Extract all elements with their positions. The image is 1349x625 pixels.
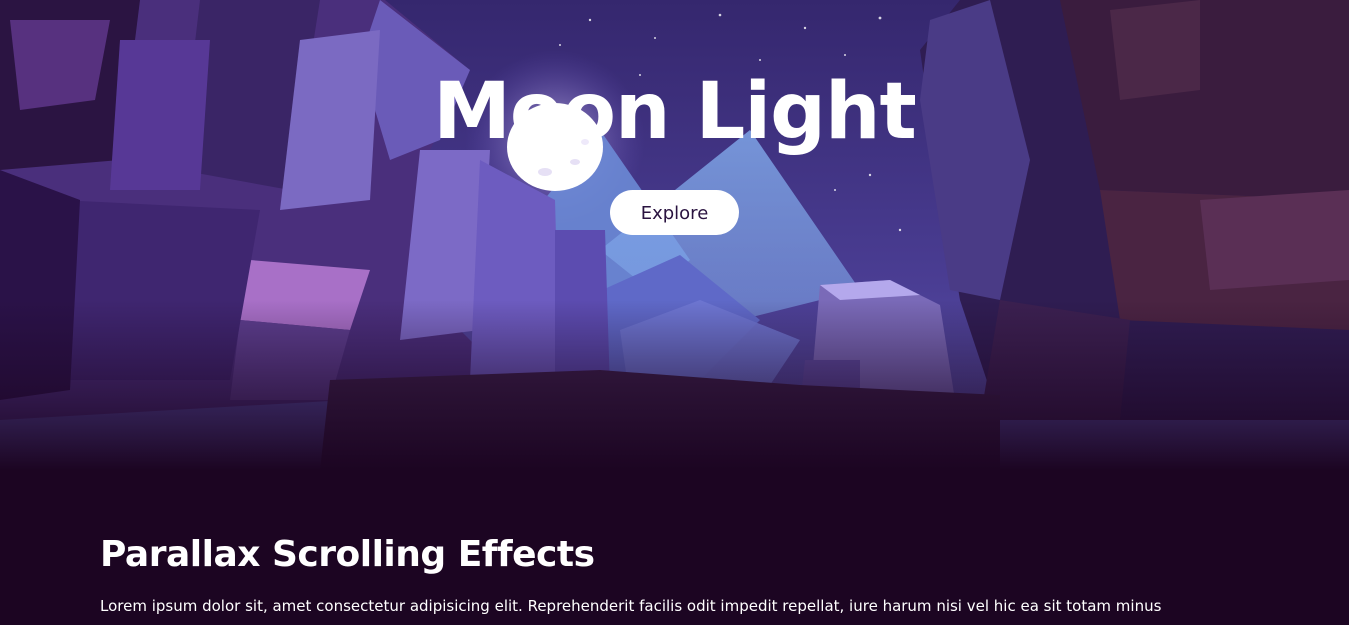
moon-icon xyxy=(507,103,603,191)
hero-title: Moon Light xyxy=(433,67,917,157)
section-heading: Parallax Scrolling Effects xyxy=(100,534,595,575)
content-section: Parallax Scrolling Effects Lorem ipsum d… xyxy=(100,530,1260,618)
hero-section: Moon Light Explore xyxy=(0,0,1349,470)
section-paragraph: Lorem ipsum dolor sit, amet consectetur … xyxy=(100,597,1162,615)
explore-button[interactable]: Explore xyxy=(610,190,739,235)
page: Moon Light Explore Parallax Scrolling Ef… xyxy=(0,0,1349,625)
